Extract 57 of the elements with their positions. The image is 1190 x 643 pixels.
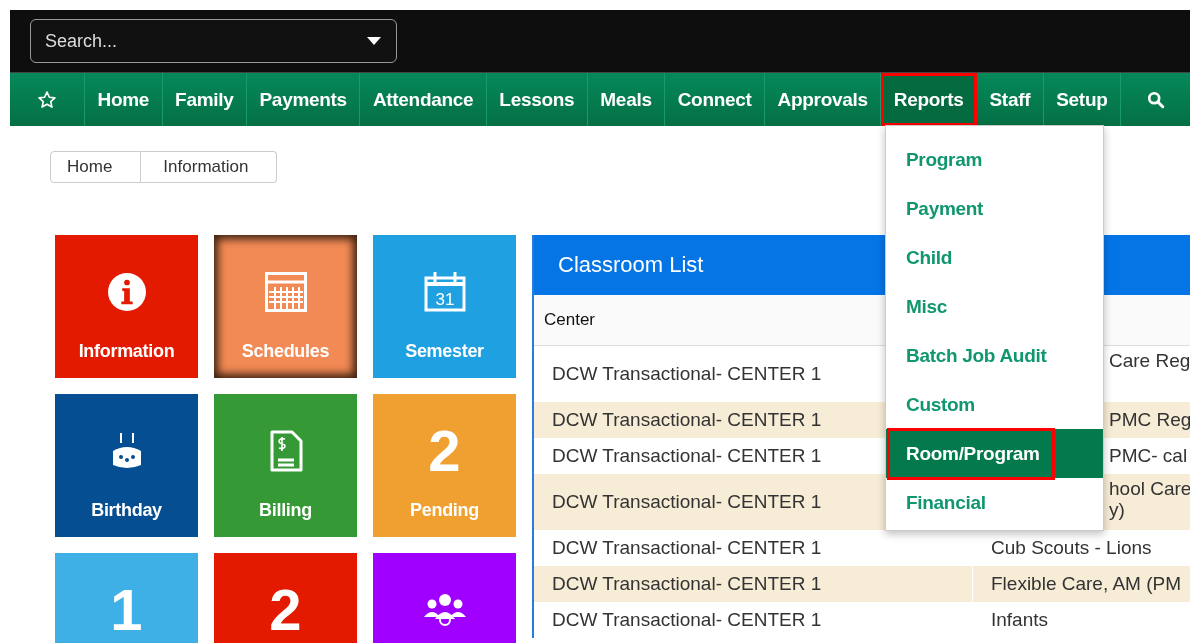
table-cell: hool Care bbox=[1109, 478, 1190, 500]
table-cell: DCW Transactional- CENTER 1 bbox=[552, 409, 822, 431]
search-field[interactable]: Search... bbox=[30, 19, 397, 63]
table-cell: DCW Transactional- CENTER 1 bbox=[552, 491, 822, 513]
menu-item[interactable]: Payment bbox=[886, 184, 1103, 233]
group-icon bbox=[422, 593, 467, 627]
tile-count: 2 bbox=[269, 581, 302, 639]
table-cell: Care Reg bbox=[1109, 350, 1190, 372]
table-cell: DCW Transactional- CENTER 1 bbox=[552, 573, 822, 595]
breadcrumb-item[interactable]: Home bbox=[50, 151, 142, 183]
tile-label: Schedules bbox=[241, 341, 330, 362]
dashboard-tile[interactable]: Billing bbox=[214, 394, 357, 537]
table-cell: PMC Reg bbox=[1109, 409, 1190, 431]
menu-item[interactable]: Child bbox=[886, 233, 1103, 282]
panel-title: Classroom List bbox=[558, 252, 704, 278]
menu-item[interactable]: Batch Job Audit bbox=[886, 331, 1103, 380]
star-icon bbox=[37, 89, 57, 110]
tile-label: Information bbox=[78, 341, 175, 362]
nav-tab[interactable]: Family bbox=[162, 73, 247, 126]
info-icon bbox=[107, 273, 146, 311]
menu-item[interactable]: Custom bbox=[886, 380, 1103, 429]
calendar-icon bbox=[264, 272, 307, 312]
caret-icon bbox=[367, 37, 381, 45]
nav-tab[interactable]: Reports bbox=[881, 73, 977, 126]
tile-count: 1 bbox=[110, 581, 143, 639]
table-cell: DCW Transactional- CENTER 1 bbox=[552, 537, 822, 559]
invoice-icon bbox=[268, 430, 303, 472]
search-icon bbox=[1146, 90, 1165, 109]
nav-tab[interactable]: Attendance bbox=[360, 73, 487, 126]
menu-item[interactable]: Financial bbox=[886, 478, 1103, 527]
table-cell: DCW Transactional- CENTER 1 bbox=[552, 363, 822, 385]
tile-label: Pending bbox=[410, 500, 479, 521]
table-cell: PMC- cal bbox=[1109, 445, 1188, 467]
dashboard-tile[interactable]: Birthday bbox=[55, 394, 198, 537]
table-cell: Flexible Care, AM (PM bbox=[991, 573, 1182, 595]
table-cell: DCW Transactional- CENTER 1 bbox=[552, 609, 822, 631]
menu-item[interactable]: Misc bbox=[886, 282, 1103, 331]
tile-label: Semester bbox=[405, 341, 484, 362]
menu-item[interactable]: Room/Program bbox=[886, 429, 1103, 478]
nav-tab[interactable]: Meals bbox=[587, 73, 666, 126]
breadcrumb-item[interactable]: Information bbox=[141, 151, 278, 183]
nav-tab[interactable]: Connect bbox=[665, 73, 766, 126]
tile-label: Birthday bbox=[91, 500, 162, 521]
dashboard-tile[interactable]: 2 bbox=[214, 553, 357, 643]
table-cell: DCW Transactional- CENTER 1 bbox=[552, 445, 822, 467]
dashboard-tile[interactable]: Information bbox=[55, 235, 198, 378]
tile-count: 2 bbox=[428, 422, 461, 480]
tile-label: Billing bbox=[259, 500, 312, 521]
table-cell: Infants bbox=[991, 609, 1049, 631]
dashboard-tile[interactable]: 31 Semester bbox=[373, 235, 516, 378]
menu-item[interactable]: Program bbox=[886, 135, 1103, 184]
nav-tab[interactable]: Home bbox=[85, 73, 163, 126]
table-cell-text: y) bbox=[1109, 500, 1126, 521]
nav-tab[interactable]: Payments bbox=[247, 73, 361, 126]
column-header: Center bbox=[544, 310, 596, 330]
table-cell: Cub Scouts - Lions bbox=[991, 537, 1152, 559]
nav-tab[interactable]: Lessons bbox=[486, 73, 588, 126]
